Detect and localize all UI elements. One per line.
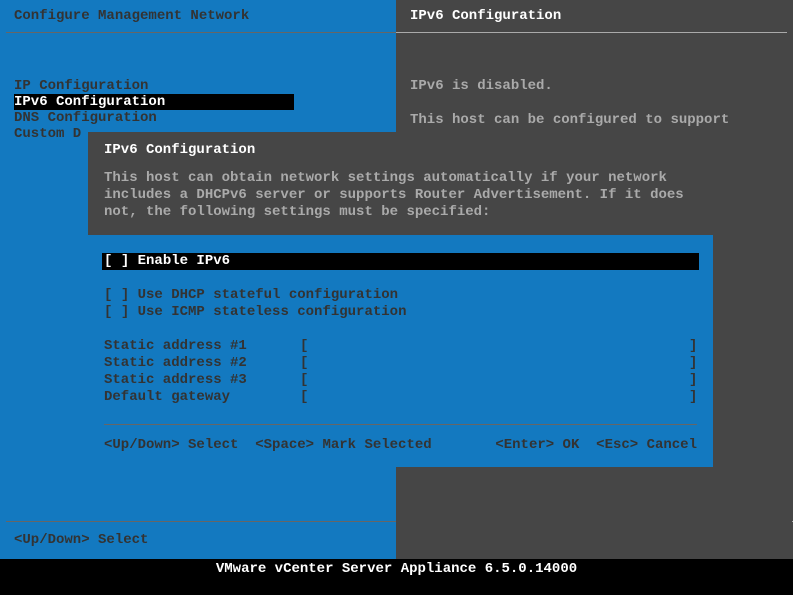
ipv6-config-dialog: IPv6 Configuration This host can obtain … [88, 132, 713, 467]
field-static-address-3[interactable]: Static address #3[] [104, 372, 697, 389]
bottom-hint-left: <Up/Down> Select [6, 521, 396, 558]
product-footer: VMware vCenter Server Appliance 6.5.0.14… [0, 559, 793, 578]
left-panel-title: Configure Management Network [0, 0, 396, 32]
right-panel-content: IPv6 is disabled. This host can be confi… [396, 33, 793, 147]
bottom-black-bar [0, 578, 793, 595]
checkbox-icmp-stateless[interactable]: [ ] Use ICMP stateless configuration [104, 304, 697, 321]
hint-nav-select: <Up/Down> Select [104, 437, 238, 453]
hint-mark: <Space> Mark Selected [255, 437, 431, 453]
menu-item-dns-config[interactable]: DNS Configuration [14, 110, 382, 126]
ipv6-status-text: IPv6 is disabled. [410, 77, 779, 95]
dialog-description: This host can obtain network settings au… [88, 164, 713, 235]
checkbox-dhcp-stateful[interactable]: [ ] Use DHCP stateful configuration [104, 287, 697, 304]
dialog-title: IPv6 Configuration [88, 132, 713, 164]
cancel-button[interactable]: <Esc> Cancel [596, 437, 697, 453]
field-default-gateway[interactable]: Default gateway[] [104, 389, 697, 406]
field-static-address-2[interactable]: Static address #2[] [104, 355, 697, 372]
right-panel-title: IPv6 Configuration [396, 0, 793, 32]
dialog-body: [ ] Enable IPv6 [ ] Use DHCP stateful co… [88, 235, 713, 467]
ok-button[interactable]: <Enter> OK [495, 437, 579, 453]
dialog-footer: <Up/Down> Select <Space> Mark Selected <… [104, 425, 697, 453]
config-menu: IP Configuration IPv6 Configuration DNS … [0, 33, 396, 142]
checkbox-enable-ipv6[interactable]: [ ] Enable IPv6 [102, 253, 699, 270]
field-static-address-1[interactable]: Static address #1[] [104, 338, 697, 355]
menu-item-ipv6-config[interactable]: IPv6 Configuration [14, 94, 294, 110]
menu-item-ip-config[interactable]: IP Configuration [14, 78, 382, 94]
